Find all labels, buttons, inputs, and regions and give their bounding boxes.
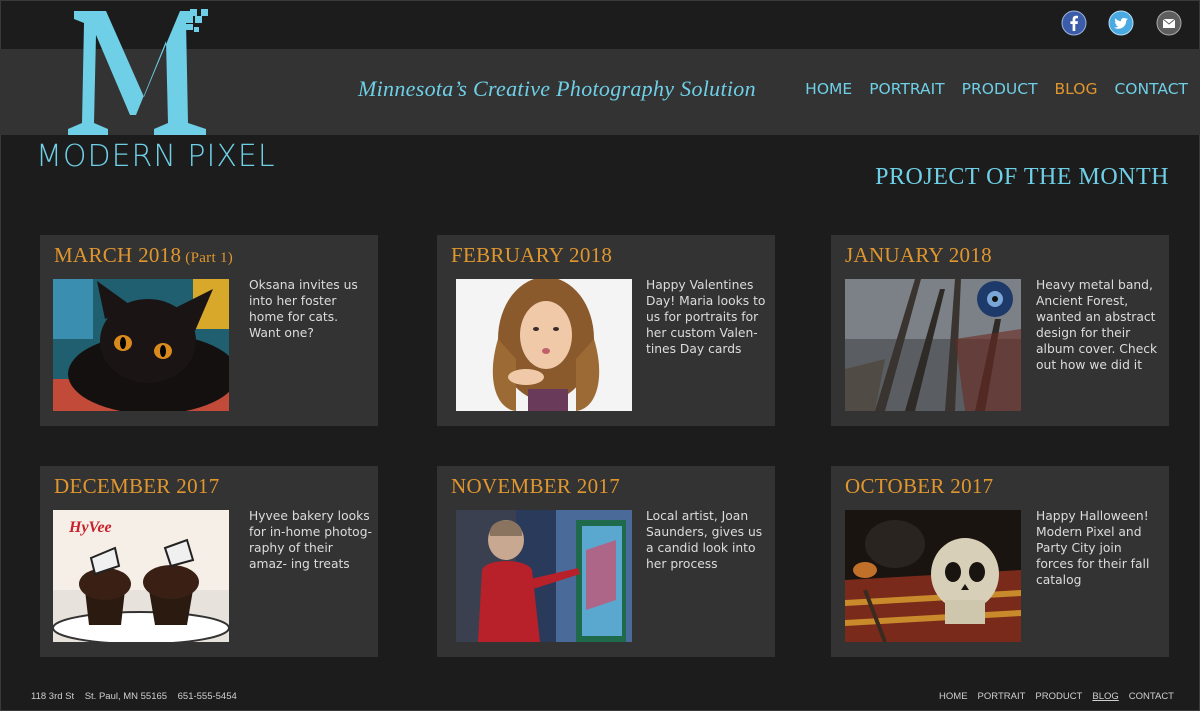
card-description: Happy Valentines Day! Maria looks to us …: [646, 278, 766, 356]
footer-nav-contact[interactable]: CONTACT: [1129, 691, 1174, 702]
nav-home[interactable]: HOME: [805, 80, 852, 98]
card-title: JANUARY 2018: [845, 243, 992, 267]
footer-nav-home[interactable]: HOME: [939, 691, 968, 702]
forest-album-art-photo[interactable]: [845, 279, 1021, 411]
card-title: NOVEMBER 2017: [451, 474, 620, 498]
project-card-december-2017[interactable]: DECEMBER 2017 HyVee Hyvee bakery looks f…: [40, 466, 378, 657]
nav-product[interactable]: PRODUCT: [962, 80, 1038, 98]
hyvee-logo-text: HyVee: [68, 519, 112, 536]
tagline: Minnesota’s Creative Photography Solutio…: [358, 76, 756, 101]
nav-portrait[interactable]: PORTRAIT: [869, 80, 944, 98]
main-nav: HOME PORTRAIT PRODUCT BLOG CONTACT: [805, 80, 1188, 98]
card-description: Oksana invites us into her foster home f…: [249, 278, 358, 340]
nav-contact[interactable]: CONTACT: [1114, 80, 1188, 98]
nav-blog[interactable]: BLOG: [1055, 80, 1098, 98]
cupcakes-photo[interactable]: HyVee: [53, 510, 229, 642]
footer-nav-portrait[interactable]: PORTRAIT: [978, 691, 1026, 702]
twitter-icon[interactable]: [1108, 10, 1134, 36]
footer-nav-product[interactable]: PRODUCT: [1035, 691, 1082, 702]
project-card-october-2017[interactable]: OCTOBER 2017 Happy Halloween! Modern Pix…: [831, 466, 1169, 657]
project-card-march-2018[interactable]: MARCH 2018 (Part 1) Oksana invites us int…: [40, 235, 378, 426]
footer-nav-blog[interactable]: BLOG: [1092, 691, 1118, 702]
card-title: FEBRUARY 2018: [451, 243, 613, 267]
card-title-text: MARCH 2018: [54, 243, 182, 267]
card-title: OCTOBER 2017: [845, 474, 994, 498]
card-description: Heavy metal band, Ancient Forest, wanted…: [1036, 278, 1158, 372]
card-title: DECEMBER 2017: [54, 474, 220, 498]
card-description: Local artist, Joan Saunders, gives us a …: [646, 509, 763, 571]
project-card-february-2018[interactable]: FEBRUARY 2018 Happy Valentines Day! Mari…: [437, 235, 775, 426]
logo-m-icon[interactable]: [62, 5, 227, 137]
card-description: Happy Halloween! Modern Pixel and Party …: [1036, 509, 1150, 587]
facebook-icon[interactable]: [1061, 10, 1087, 36]
footer-nav: HOME PORTRAIT PRODUCT BLOG CONTACT: [939, 691, 1174, 702]
artist-painting-photo[interactable]: [456, 510, 632, 642]
valentine-portrait-photo[interactable]: [456, 279, 632, 411]
email-icon[interactable]: [1156, 10, 1182, 36]
project-card-november-2017[interactable]: NOVEMBER 2017 Local artist, Joan Saunder…: [437, 466, 775, 657]
card-description: Hyvee bakery looks for in-home photog- r…: [249, 509, 372, 571]
project-card-january-2018[interactable]: JANUARY 2018 Heavy metal band, Ancient F…: [831, 235, 1169, 426]
section-title: PROJECT OF THE MONTH: [875, 164, 1169, 190]
footer-address: 118 3rd St St. Paul, MN 55165 651-555-54…: [31, 691, 237, 702]
skull-halloween-photo[interactable]: [845, 510, 1021, 642]
card-title: MARCH 2018 (Part 1): [54, 243, 233, 268]
card-subtitle: (Part 1): [185, 250, 234, 266]
brand-name[interactable]: MODERN PIXEL: [36, 139, 276, 174]
black-cat-photo[interactable]: [53, 279, 229, 411]
